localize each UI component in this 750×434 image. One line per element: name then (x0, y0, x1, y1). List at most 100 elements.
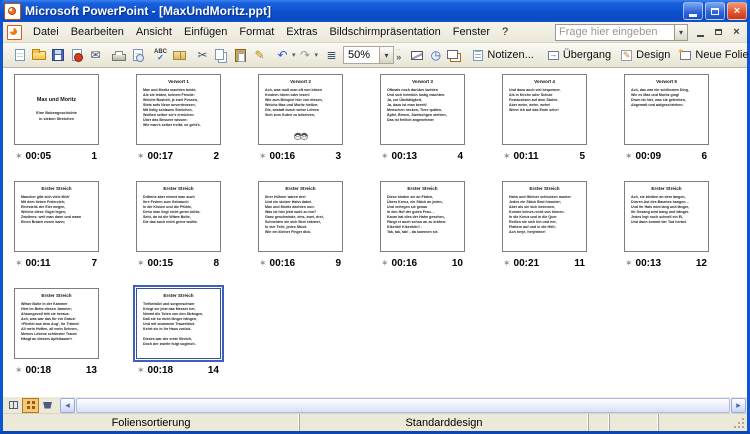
slide-thumbnail[interactable]: Erster Streich Ihrer Hühner waren drei U… (258, 181, 343, 252)
slide-number: 3 (335, 151, 343, 162)
paste-button[interactable] (231, 46, 250, 65)
question-input[interactable] (555, 24, 674, 41)
slide-number: 12 (696, 258, 709, 269)
notes-button[interactable]: Notizen... (468, 44, 538, 66)
close-button[interactable]: × (727, 2, 747, 20)
rehearse-timings-button[interactable]: ◷ (426, 46, 445, 65)
copy-button[interactable] (212, 46, 231, 65)
toolbar-options-button[interactable]: ·· » (396, 45, 401, 65)
slide-timing: 00:16 (270, 258, 296, 269)
slide-body-text: Max und Moritz machten beide, Als sie le… (137, 85, 220, 128)
document-icon (7, 25, 22, 40)
new-document-button[interactable] (10, 46, 29, 65)
menu-bearbeiten[interactable]: Bearbeiten (65, 24, 130, 40)
normal-view-button[interactable] (5, 398, 22, 413)
slideshow-button[interactable] (39, 398, 56, 413)
zoom-value[interactable]: 50% (343, 46, 379, 64)
slide-thumbnail[interactable]: Max und Moritz Eine Bubengeschichte in s… (14, 74, 99, 145)
menu-datei[interactable]: Datei (27, 24, 65, 40)
slide-cell: Vorwort 4 Und dazu auch viel bequemer, A… (502, 74, 587, 162)
hide-slide-button[interactable] (407, 46, 426, 65)
slide-thumbnail[interactable]: Erster Streich Hahn und Hühner schlucken… (502, 181, 587, 252)
slide-timing: 00:13 (636, 258, 662, 269)
design-label: Design (636, 49, 670, 61)
menu-einfuegen[interactable]: Einfügen (178, 24, 233, 40)
slide-thumbnail[interactable]: Erster Streich Diese binden sie an Fäden… (380, 181, 465, 252)
slide-thumbnail[interactable]: Erster Streich Drittens aber nimmt man a… (136, 181, 221, 252)
redo-button[interactable]: ↷ (296, 46, 315, 65)
menu-bildschirmpraesentation[interactable]: Bildschirmpräsentation (323, 24, 446, 40)
title-bar[interactable]: Microsoft PowerPoint - [MaxUndMoritz.ppt… (0, 0, 750, 22)
menu-ansicht[interactable]: Ansicht (130, 24, 178, 40)
slide-thumbnail[interactable]: Vorwort 4 Und dazu auch viel bequemer, A… (502, 74, 587, 145)
scroll-right-button[interactable]: ▸ (731, 398, 746, 413)
restore-button[interactable] (705, 2, 725, 20)
powerpoint-app-icon (4, 3, 21, 20)
slide-thumbnail[interactable]: Vorwort 3 Oftmals noch darüber lachten U… (380, 74, 465, 145)
slideshow-icon (43, 402, 52, 409)
scrollbar-thumb[interactable] (76, 398, 730, 413)
slide-caption: ✶ 00:11 7 (14, 257, 99, 269)
slide-thumbnail[interactable]: Vorwort 1 Max und Moritz machten beide, … (136, 74, 221, 145)
slide-timing: 00:17 (148, 151, 174, 162)
slide-body-text: Oftmals noch darüber lachten Und sich he… (381, 85, 464, 123)
design-button[interactable]: ✎ Design (616, 44, 675, 66)
slide-caption: ✶ 00:09 6 (624, 150, 709, 162)
slide-caption: ✶ 00:16 10 (380, 257, 465, 269)
transition-button[interactable]: → Übergang (543, 44, 616, 66)
animation-indicator-icon: ✶ (15, 365, 23, 376)
print-button[interactable] (109, 46, 128, 65)
menu-extras[interactable]: Extras (280, 24, 323, 40)
minimize-button[interactable] (683, 2, 703, 20)
slide-timing: 00:16 (392, 258, 418, 269)
permission-button[interactable] (67, 46, 86, 65)
status-bar: Foliensortierung Standarddesign (3, 413, 747, 431)
slide-thumbnail[interactable]: Erster Streich Tiefbetrübt und sorgensch… (136, 288, 221, 359)
chevron-down-icon: ▾ (385, 51, 389, 60)
doc-close-button[interactable]: × (730, 26, 743, 39)
summary-slide-button[interactable] (445, 46, 464, 65)
slide-thumbnail[interactable]: Vorwort 5 Ach, das war ein schlimmes Din… (624, 74, 709, 145)
view-bar: ◂ ▸ (3, 396, 747, 413)
format-painter-button[interactable]: ✎ (250, 46, 269, 65)
new-document-icon (15, 49, 25, 61)
horizontal-scrollbar: ◂ ▸ (60, 398, 746, 413)
zoom-dropdown-button[interactable]: ▾ (379, 46, 394, 64)
new-slide-button[interactable]: Neue Folie (675, 44, 750, 66)
print-preview-button[interactable] (128, 46, 147, 65)
slide-caption: ✶ 00:13 4 (380, 150, 465, 162)
status-section-empty (659, 414, 747, 431)
slide-sorter-area: Max und Moritz Eine Bubengeschichte in s… (3, 68, 747, 396)
slide-sorter-view-button[interactable] (22, 398, 39, 413)
scroll-left-button[interactable]: ◂ (60, 398, 75, 413)
redo-dropdown-button[interactable]: ▾ (315, 46, 319, 65)
slide-timing: 00:13 (392, 151, 418, 162)
animation-indicator-icon: ✶ (625, 151, 633, 162)
scrollbar-track[interactable] (75, 398, 731, 413)
open-button[interactable] (29, 46, 48, 65)
email-button[interactable]: ✉ (86, 46, 105, 65)
slide-thumbnail[interactable]: Vorwort 2 Ach, was muß man oft von bösen… (258, 74, 343, 145)
undo-dropdown-button[interactable]: ▾ (292, 46, 296, 65)
show-formatting-button[interactable]: ≣ (322, 46, 341, 65)
slide-thumbnail[interactable]: Erster Streich Witwe Bolte in der Kammer… (14, 288, 99, 359)
slide-thumbnail[interactable]: Erster Streich Mancher gibt sich viele M… (14, 181, 99, 252)
research-button[interactable] (170, 46, 189, 65)
slide-cell: Max und Moritz Eine Bubengeschichte in s… (14, 74, 99, 162)
undo-button[interactable]: ↶ (273, 46, 292, 65)
spelling-button[interactable]: ABC ✓ (151, 46, 170, 65)
save-button[interactable] (48, 46, 67, 65)
slide-body-text: Ach, was muß man oft von bösen Kindern h… (259, 85, 342, 118)
doc-restore-button[interactable] (712, 26, 725, 39)
doc-minimize-button[interactable] (694, 26, 707, 39)
resize-grip[interactable] (742, 426, 744, 428)
slide-number: 10 (452, 258, 465, 269)
question-dropdown-button[interactable]: ▾ (674, 24, 688, 41)
menu-hilfe[interactable]: ? (496, 24, 514, 40)
menu-fenster[interactable]: Fenster (447, 24, 496, 40)
cut-button[interactable]: ✂ (193, 46, 212, 65)
slide-cell: Erster Streich Mancher gibt sich viele M… (14, 181, 99, 269)
slide-thumbnail[interactable]: Erster Streich Ach, sie bleiben an dem l… (624, 181, 709, 252)
menu-format[interactable]: Format (233, 24, 280, 40)
slide-number: 14 (208, 365, 221, 376)
